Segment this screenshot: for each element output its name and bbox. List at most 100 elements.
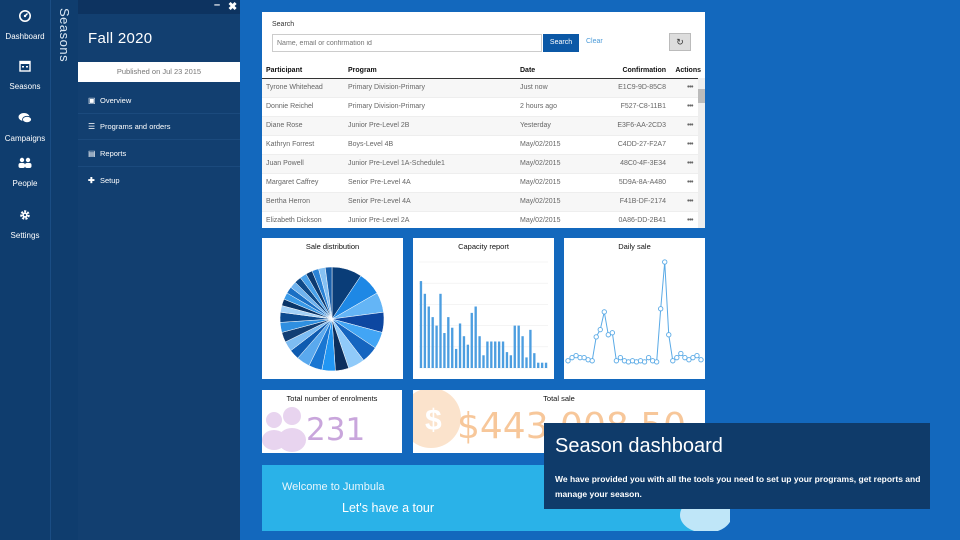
list-icon: ☰ (88, 122, 96, 131)
enrolments-value: 231 (306, 412, 366, 448)
bar (517, 325, 520, 368)
nav-label: Reports (100, 149, 127, 158)
stat-title: Total sale (543, 394, 575, 403)
bar (525, 357, 528, 368)
clear-link[interactable]: Clear (586, 38, 603, 45)
table-cell: Primary Division-Primary (344, 78, 516, 98)
col-header[interactable]: Program (344, 64, 516, 79)
orders-table-wrap: Participant Program Date Confirmation Ac… (262, 64, 705, 228)
table-cell: Bertha Herron (262, 192, 344, 212)
enrolments-card: Total number of enrolments 231 (262, 390, 402, 453)
line-chart (565, 259, 704, 365)
data-point (609, 330, 615, 336)
search-input[interactable] (272, 34, 542, 52)
table-cell: Senior Pre-Level 4A (344, 173, 516, 193)
bar (486, 341, 489, 368)
table-cell: Juan Powell (262, 154, 344, 174)
scrollbar-thumb[interactable] (698, 89, 705, 103)
orders-table: Participant Program Date Confirmation Ac… (262, 64, 705, 228)
bar (454, 348, 458, 368)
table-cell: E1C9-9D-85C8 (598, 78, 670, 98)
bar (474, 306, 477, 368)
table-row[interactable]: Margaret Caffrey Senior Pre-Level 4A May/0… (262, 173, 705, 193)
table-row[interactable]: Diane Rose Junior Pre-Level 2B Yesterday E3… (262, 116, 705, 136)
refresh-icon: ↻ (676, 37, 684, 47)
bar (431, 317, 434, 368)
table-row[interactable]: Donnie Reichel Primary Division-Primary 2 … (262, 97, 705, 117)
rail-item-people[interactable]: People (0, 157, 50, 191)
bar (501, 341, 505, 368)
rail-item-seasons[interactable]: Seasons (0, 60, 50, 94)
nav-item-setup[interactable]: ✚ Setup (78, 168, 240, 194)
bar (423, 293, 427, 368)
table-cell: Junior Pre-Level 1A-Schedule1 (344, 154, 516, 174)
refresh-button[interactable]: ↻ (669, 33, 691, 51)
pie-chart (279, 266, 385, 372)
table-row[interactable]: Tyrone Whitehead Primary Division-Primary… (262, 78, 705, 98)
data-point (597, 326, 603, 333)
minimize-button[interactable]: – (214, 0, 220, 11)
table-row[interactable]: Juan Powell Junior Pre-Level 1A-Schedule1… (262, 154, 705, 174)
table-cell: May/02/2015 (516, 154, 598, 174)
table-cell: Elizabeth Dickson (262, 211, 344, 228)
svg-text:$: $ (425, 404, 442, 437)
bar (458, 323, 462, 368)
table-header-row: Participant Program Date Confirmation Ac… (262, 64, 705, 79)
nav-item-programs[interactable]: ☰ Programs and orders (78, 114, 240, 140)
bar (439, 293, 442, 368)
col-header[interactable]: Date (516, 64, 598, 79)
tooltip-title: Season dashboard (555, 435, 723, 457)
rail-label: Dashboard (5, 32, 45, 41)
nav-item-reports[interactable]: ▤ Reports (78, 141, 240, 167)
close-button[interactable]: ✖ (228, 0, 237, 13)
search-label: Search (272, 21, 295, 28)
data-point (678, 350, 684, 357)
tour-link[interactable]: Let's have a tour (342, 501, 434, 515)
nav-label: Overview (100, 96, 132, 105)
col-header[interactable]: Confirmation (598, 64, 670, 79)
table-row[interactable]: Kathryn Forrest Boys-Level 4B May/02/2015 C… (262, 135, 705, 155)
table-row[interactable]: Bertha Herron Senior Pre-Level 4A May/02/2… (262, 192, 705, 212)
table-cell: Kathryn Forrest (262, 135, 344, 155)
rail-item-campaigns[interactable]: Campaigns (0, 112, 50, 146)
data-point (698, 357, 704, 363)
data-point (645, 355, 652, 361)
table-cell: 2 hours ago (516, 97, 598, 117)
tour-tooltip: Season dashboard We have provided you wi… (544, 423, 930, 509)
season-title: Fall 2020 (88, 30, 153, 47)
search-button[interactable]: Search (543, 34, 579, 52)
data-point (666, 332, 672, 338)
nav-label: Setup (100, 176, 120, 185)
seasons-strip[interactable]: Seasons (50, 0, 78, 540)
bar (435, 325, 438, 368)
table-cell: C4DD-27-F2A7 (598, 135, 670, 155)
bar (513, 325, 516, 368)
stat-title: Total number of enrolments (286, 394, 378, 403)
nav-item-overview[interactable]: ▣ Overview (78, 88, 240, 114)
col-header: Actions (670, 64, 705, 79)
table-cell: 48C0-4F-3E34 (598, 154, 670, 174)
bar (462, 336, 466, 368)
daily-sale-card: Daily sale (564, 238, 705, 379)
reports-icon: ▤ (88, 149, 96, 158)
people-watermark-icon (262, 407, 306, 452)
calendar-icon (19, 60, 31, 72)
col-header[interactable]: Participant (262, 64, 344, 79)
orders-card: Search Search Clear ↻ Participant Progra… (262, 12, 705, 228)
capacity-report-card: Capacity report (413, 238, 554, 379)
series-line (567, 261, 702, 363)
rail-item-dashboard[interactable]: Dashboard (0, 10, 50, 44)
table-cell: Margaret Caffrey (262, 173, 344, 193)
published-badge: Published on Jul 23 2015 (78, 62, 240, 82)
table-cell: F527-C8-11B1 (598, 97, 670, 117)
bar (419, 281, 423, 368)
chat-icon (18, 113, 32, 124)
table-row[interactable]: Elizabeth Dickson Junior Pre-Level 2A May/… (262, 211, 705, 228)
data-point (670, 358, 676, 364)
bar (521, 336, 524, 368)
bar (540, 362, 544, 368)
data-point (641, 359, 648, 365)
rail-item-settings[interactable]: Settings (0, 209, 50, 243)
table-cell: Boys-Level 4B (344, 135, 516, 155)
overview-icon: ▣ (88, 96, 96, 105)
